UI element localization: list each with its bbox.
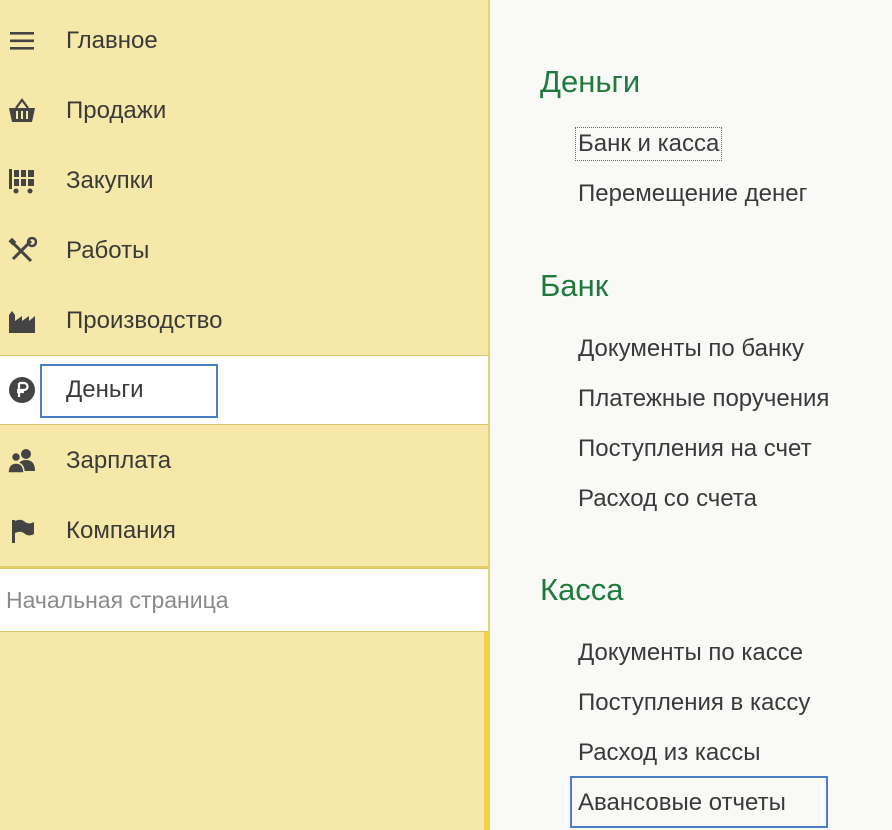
section-content: Деньги Банк и касса Перемещение денег Ба…: [492, 0, 892, 830]
sidebar-item-main[interactable]: Главное: [0, 6, 488, 76]
section-title-cash: Касса: [540, 572, 624, 607]
people-icon: [6, 445, 38, 477]
sidebar: Главное Продажи Закупки Работы Производс: [0, 0, 490, 830]
start-page-label: Начальная страница: [6, 586, 229, 613]
sidebar-item-label: Производство: [66, 307, 223, 334]
factory-icon: [6, 305, 38, 337]
start-page-link[interactable]: Начальная страница: [0, 568, 488, 632]
link-cash-receipts[interactable]: Поступления в кассу: [578, 689, 810, 717]
sidebar-item-salary[interactable]: Зарплата: [0, 426, 488, 496]
basket-icon: [6, 95, 38, 127]
sidebar-item-purchases[interactable]: Закупки: [0, 146, 488, 216]
cart-icon: [6, 165, 38, 197]
link-account-expense[interactable]: Расход со счета: [578, 485, 757, 513]
link-account-receipts[interactable]: Поступления на счет: [578, 435, 812, 463]
sidebar-item-company[interactable]: Компания: [0, 496, 488, 566]
tools-icon: [6, 235, 38, 267]
sidebar-item-label: Зарплата: [66, 447, 172, 474]
menu-icon: [6, 25, 38, 57]
sidebar-item-label: Главное: [66, 27, 158, 54]
sidebar-item-label: Деньги: [66, 376, 144, 403]
sidebar-item-works[interactable]: Работы: [0, 216, 488, 286]
flag-icon: [6, 515, 38, 547]
ruble-icon: [6, 374, 38, 406]
link-bank-documents[interactable]: Документы по банку: [578, 335, 804, 363]
link-cash-expense[interactable]: Расход из кассы: [578, 739, 760, 767]
sidebar-item-sales[interactable]: Продажи: [0, 76, 488, 146]
link-cash-documents[interactable]: Документы по кассе: [578, 639, 803, 667]
sidebar-item-label: Продажи: [66, 97, 167, 124]
link-payment-orders[interactable]: Платежные поручения: [578, 385, 829, 413]
sidebar-item-label: Компания: [66, 517, 176, 544]
link-bank-and-cash[interactable]: Банк и касса: [574, 127, 723, 161]
section-title-money: Деньги: [540, 64, 641, 99]
sidebar-item-label: Закупки: [66, 167, 154, 194]
sidebar-item-production[interactable]: Производство: [0, 286, 488, 356]
sidebar-item-label: Работы: [66, 237, 150, 264]
link-money-transfer[interactable]: Перемещение денег: [578, 180, 807, 208]
section-title-bank: Банк: [540, 268, 609, 303]
sidebar-item-money[interactable]: Деньги: [0, 355, 488, 425]
link-advance-reports[interactable]: Авансовые отчеты: [578, 789, 786, 817]
